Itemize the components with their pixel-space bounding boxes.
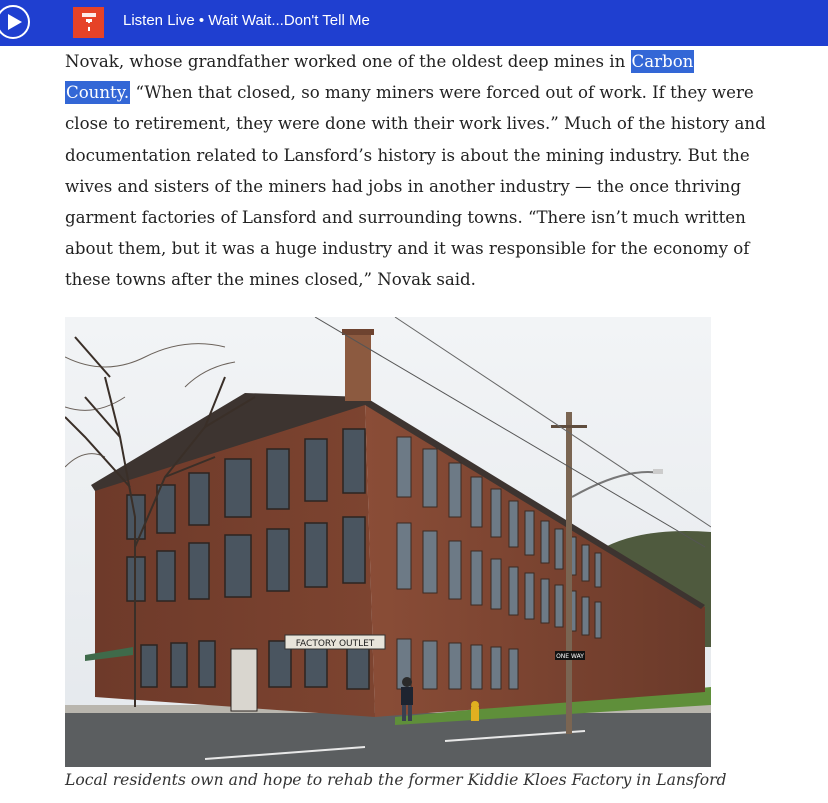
play-icon bbox=[7, 14, 22, 30]
carbon-county-link[interactable]: Carbon bbox=[630, 50, 695, 73]
photo-caption: Local residents own and hope to rehab th… bbox=[65, 771, 727, 789]
paragraph-line-4: documentation related to Lansford’s hist… bbox=[65, 145, 750, 165]
paragraph-line-3: close to retirement, they were done with… bbox=[65, 114, 766, 134]
article-body: Novak, whose grandfather worked one of t… bbox=[65, 46, 766, 296]
paragraph-line-5: wives and sisters of the miners had jobs… bbox=[65, 176, 741, 196]
factory-photo-illustration: FACTORY OUTLET ONE WAY bbox=[65, 317, 711, 767]
paragraph-line-6: garment factories of Lansford and surrou… bbox=[65, 208, 746, 228]
paragraph-line-8: these towns after the mines closed,” Nov… bbox=[65, 270, 476, 290]
factory-photo: FACTORY OUTLET ONE WAY bbox=[65, 317, 711, 767]
paragraph-line-7: about them, but it was a huge industry a… bbox=[65, 239, 750, 259]
paragraph-line-2: County. “When that closed, so many miner… bbox=[65, 81, 754, 105]
audio-player-bar: Listen Live • Wait Wait...Don't Tell Me bbox=[0, 0, 828, 46]
carbon-county-link-continued[interactable]: County. bbox=[65, 81, 131, 105]
one-way-sign: ONE WAY bbox=[556, 653, 584, 660]
article-paragraph: Novak, whose grandfather worked one of t… bbox=[65, 46, 766, 296]
station-logo-icon bbox=[73, 7, 104, 38]
play-button[interactable] bbox=[0, 5, 30, 39]
listen-live-link[interactable]: Listen Live • Wait Wait...Don't Tell Me bbox=[123, 12, 370, 29]
paragraph-line-1: Novak, whose grandfather worked one of t… bbox=[65, 50, 695, 73]
factory-outlet-sign: FACTORY OUTLET bbox=[296, 639, 375, 649]
